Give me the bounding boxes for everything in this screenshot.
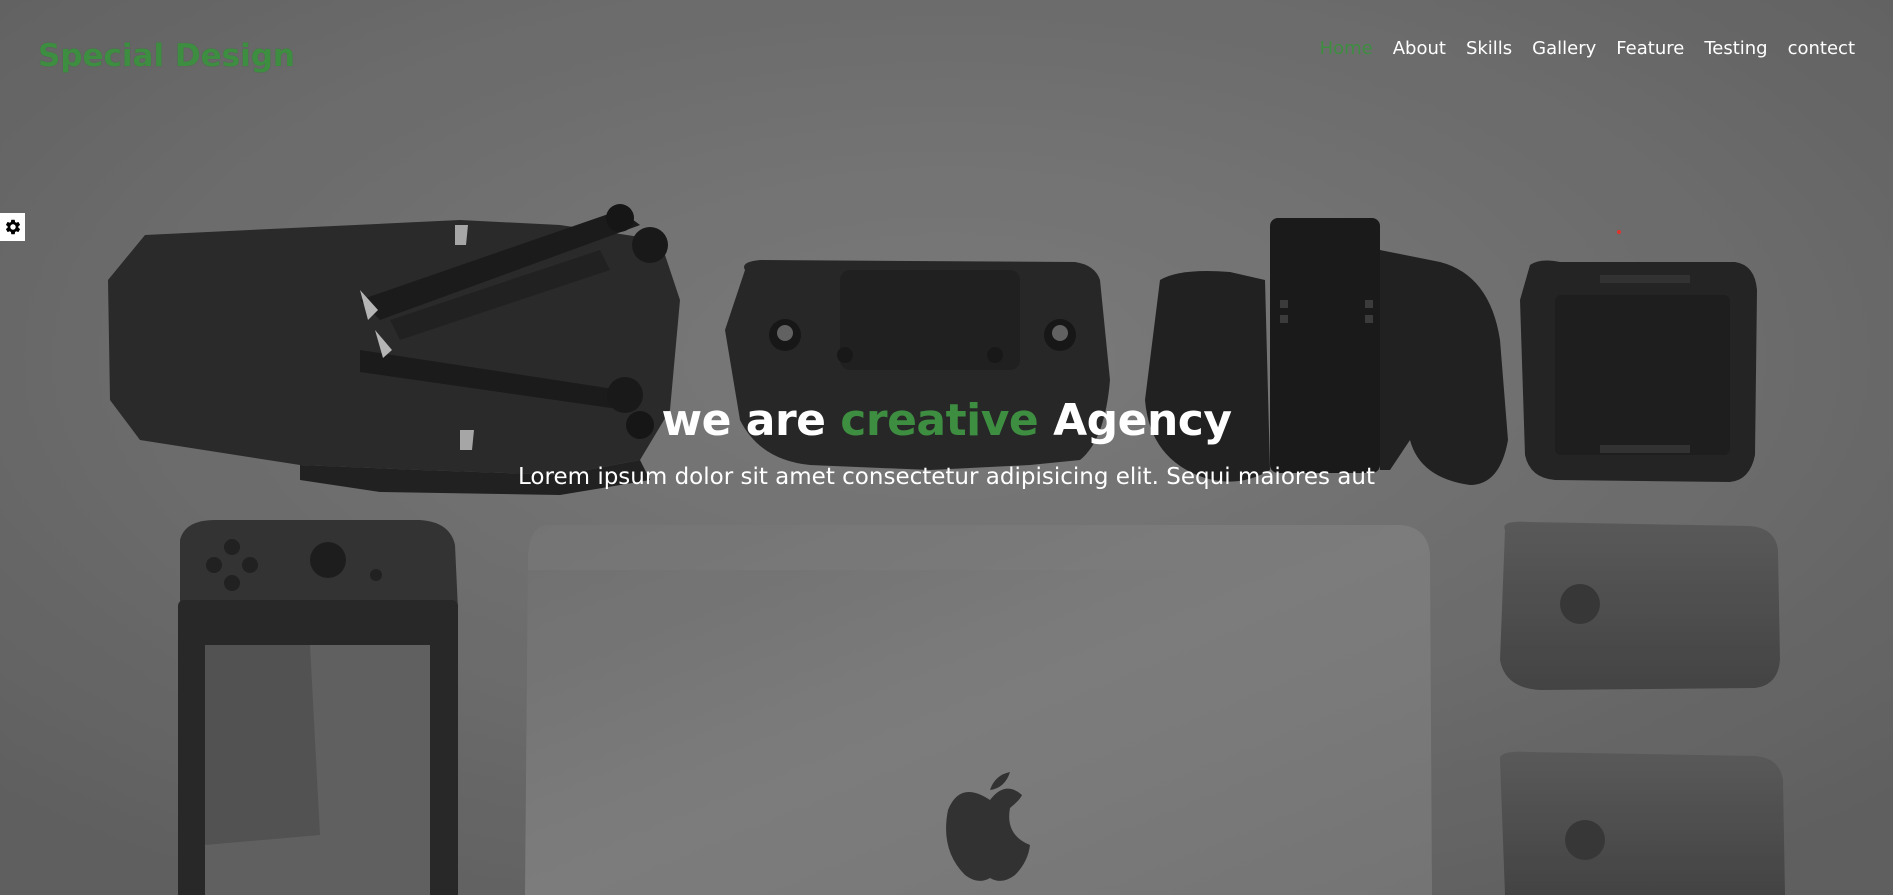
nav-link-feature[interactable]: Feature [1606,37,1694,61]
nav-item-feature: Feature [1606,37,1694,61]
settings-toggle-button[interactable] [0,213,25,241]
hero-title-accent: creative [840,395,1039,446]
nav-item-contact: contect [1778,37,1855,61]
nav-link-skills[interactable]: Skills [1456,37,1522,61]
nav-link-home[interactable]: Home [1310,37,1383,61]
site-header: Special Design Home About Skills Gallery… [0,0,1893,110]
nav-item-gallery: Gallery [1522,37,1606,61]
nav-link-gallery[interactable]: Gallery [1522,37,1606,61]
landing-hero: Special Design Home About Skills Gallery… [0,0,1893,895]
site-logo[interactable]: Special Design [38,38,295,74]
hero-content: we are creative Agency Lorem ipsum dolor… [0,392,1893,492]
hero-subtitle: Lorem ipsum dolor sit amet consectetur a… [518,464,1375,490]
hero-title-part1: we are [661,395,841,446]
hero-title-part2: Agency [1038,395,1232,446]
nav-item-home: Home [1310,37,1383,61]
main-navigation: Home About Skills Gallery Feature Testin… [1310,37,1855,61]
indicator-dot [1617,230,1621,234]
nav-link-testing[interactable]: Testing [1694,37,1777,61]
hero-title: we are creative Agency [0,392,1893,450]
nav-item-testing: Testing [1694,37,1777,61]
nav-link-about[interactable]: About [1383,37,1456,61]
nav-item-skills: Skills [1456,37,1522,61]
nav-item-about: About [1383,37,1456,61]
nav-link-contact[interactable]: contect [1778,37,1855,61]
gear-icon [5,219,20,235]
